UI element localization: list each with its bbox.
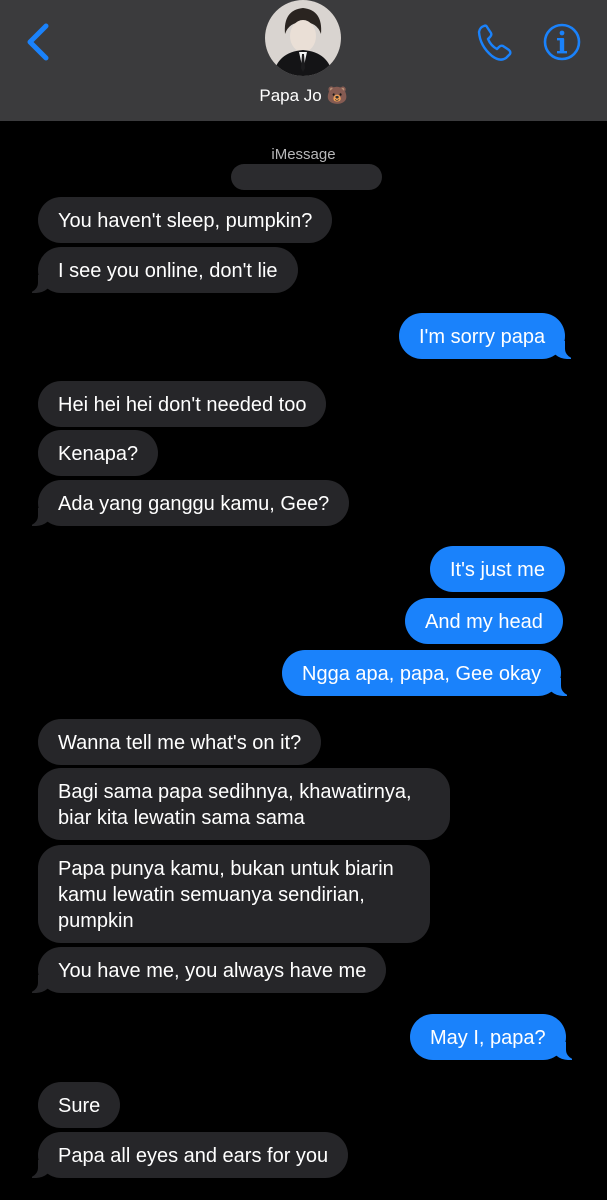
message-text: Papa punya kamu, bukan untuk biarin kamu… <box>58 858 394 932</box>
message-text: Papa all eyes and ears for you <box>58 1145 329 1167</box>
message-text: Sure <box>58 1095 101 1117</box>
message-bubble-incoming[interactable]: I see you online, don't lie <box>26 247 298 293</box>
message-bubble-incoming[interactable]: Papa all eyes and ears for you <box>25 1132 349 1178</box>
message-bubble-incoming[interactable]: Ada yang ganggu kamu, Gee? <box>25 480 350 526</box>
info-button[interactable] <box>540 20 584 64</box>
contact-avatar[interactable] <box>265 0 341 76</box>
call-button[interactable] <box>472 20 516 64</box>
message-text: It's just me <box>450 559 545 581</box>
contact-name[interactable]: Papa Jo 🐻 <box>0 86 607 106</box>
message-bubble-outgoing[interactable]: And my head <box>405 598 563 644</box>
message-text: I'm sorry papa <box>419 326 546 348</box>
message-text: You have me, you always have me <box>58 960 367 982</box>
message-text: Ada yang ganggu kamu, Gee? <box>58 493 330 515</box>
message-text: May I, papa? <box>430 1027 546 1049</box>
message-text: Bagi sama papa sedihnya, khawatirnya, bi… <box>58 781 412 829</box>
message-text: And my head <box>425 611 543 633</box>
info-icon <box>543 23 581 61</box>
person-photo-icon <box>265 0 341 76</box>
message-bubble-incoming[interactable]: Hei hei hei don't needed too <box>38 381 327 427</box>
message-bubble-incoming[interactable]: Sure <box>38 1082 121 1128</box>
message-bubble-incoming[interactable]: Wanna tell me what's on it? <box>38 719 322 765</box>
message-text: Hei hei hei don't needed too <box>58 394 307 416</box>
message-bubble-incoming[interactable]: You have me, you always have me <box>25 947 387 993</box>
message-bubble-outgoing[interactable]: It's just me <box>430 546 565 592</box>
chat-header: Papa Jo 🐻 <box>0 0 607 121</box>
message-bubble-incoming[interactable]: Kenapa? <box>38 430 159 476</box>
message-bubble-outgoing[interactable]: Ngga apa, papa, Gee okay <box>282 650 574 696</box>
message-text: Kenapa? <box>58 443 139 465</box>
message-bubble-outgoing[interactable]: I'm sorry papa <box>399 313 578 359</box>
phone-icon <box>477 24 512 61</box>
message-bubble-incoming[interactable]: Papa punya kamu, bukan untuk biarin kamu… <box>38 845 430 943</box>
redacted-timestamp <box>231 164 382 190</box>
message-bubble-incoming[interactable]: Bagi sama papa sedihnya, khawatirnya, bi… <box>38 768 450 840</box>
message-text: Ngga apa, papa, Gee okay <box>302 663 542 685</box>
message-text: You haven't sleep, pumpkin? <box>58 210 313 232</box>
service-label: iMessage <box>271 146 336 163</box>
chevron-left-icon <box>27 23 49 61</box>
message-bubble-incoming[interactable]: You haven't sleep, pumpkin? <box>38 197 333 243</box>
back-button[interactable] <box>18 20 58 64</box>
message-text: I see you online, don't lie <box>58 260 278 282</box>
message-text: Wanna tell me what's on it? <box>58 732 302 754</box>
message-bubble-outgoing[interactable]: May I, papa? <box>410 1014 578 1060</box>
